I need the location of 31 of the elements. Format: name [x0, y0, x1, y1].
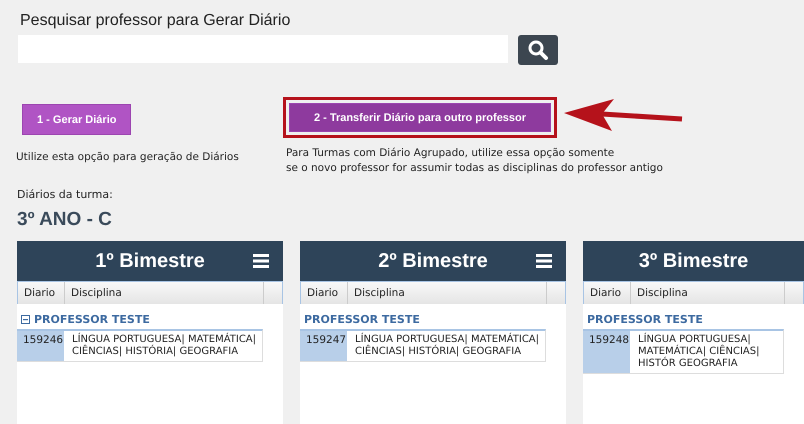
search-icon — [527, 39, 549, 61]
group-title: PROFESSOR TESTE — [587, 312, 703, 326]
table-cell-text: LÍNGUA PORTUGUESA| MATEMÁTICA| CIÊNCIAS| HISTÓRIA| GEOGRAFIA — [71, 332, 258, 359]
table-cell: 159246 — [17, 331, 64, 361]
group-title: PROFESSOR TESTE — [34, 312, 150, 326]
table-cell-text: LÍNGUA PORTUGUESA| MATEMÁTICA| CIÊNCIAS| HISTÓRIA| GEOGRAFIA — [354, 332, 540, 359]
menu-icon[interactable] — [536, 254, 552, 268]
collapse-icon[interactable] — [21, 314, 30, 324]
column-header: Diario — [18, 282, 65, 304]
section-label: Diários da turma: — [17, 188, 114, 201]
group-title: PROFESSOR TESTE — [304, 312, 420, 326]
panel-title: 3º Bimestre — [638, 250, 748, 272]
column-header: Diario — [301, 282, 348, 304]
table-cell: 159247 — [300, 331, 347, 361]
panel-title: 2º Bimestre — [378, 250, 488, 272]
description-text: Utilize esta opção para geração de Diários — [16, 150, 240, 165]
description-text: se o novo professor for assumir todas as disciplinas do professor antigo — [286, 161, 663, 176]
action-button[interactable]: 2 - Transferir Diário para outro professor — [289, 103, 551, 132]
table-cell: 159248 — [583, 331, 630, 373]
column-header: Disciplina — [348, 282, 547, 304]
panel-title: 1º Bimestre — [95, 250, 205, 272]
column-header: Disciplina — [65, 282, 264, 304]
table-cell-text: LÍNGUA PORTUGUESA| MATEMÁTICA| CIÊNCIAS| HISTÓR GEOGRAFIA — [637, 332, 760, 371]
column-header: Disciplina — [631, 282, 785, 304]
class-title: 3º ANO - C — [17, 209, 113, 231]
column-header: Diario — [584, 282, 631, 304]
action-button[interactable]: 1 - Gerar Diário — [22, 104, 132, 135]
search-title: Pesquisar professor para Gerar Diário — [20, 12, 292, 30]
description-text: Para Turmas com Diário Agrupado, utilize essa opção somente — [286, 146, 616, 161]
search-button[interactable] — [518, 35, 558, 65]
menu-icon[interactable] — [253, 254, 269, 268]
